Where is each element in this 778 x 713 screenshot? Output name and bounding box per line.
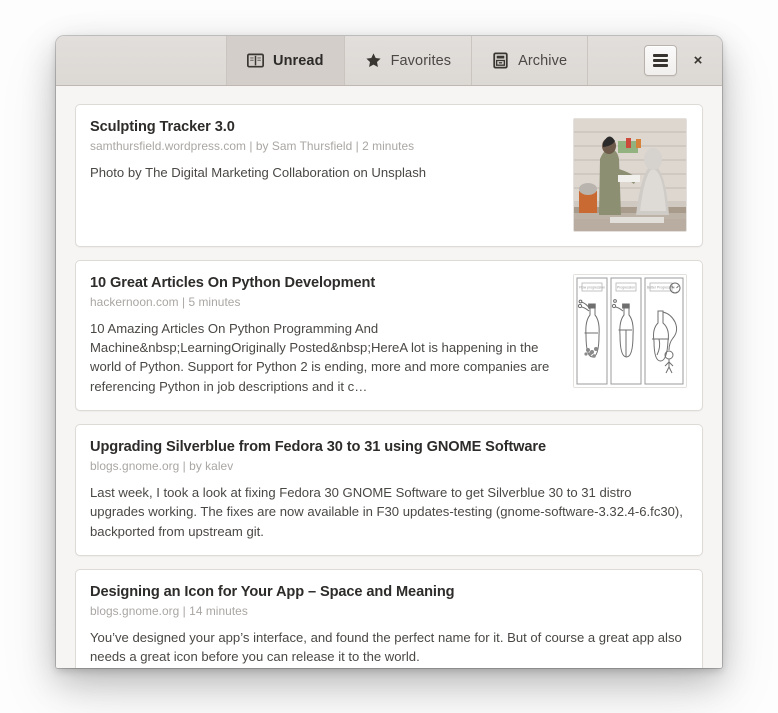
tab-archive-label: Archive bbox=[518, 52, 568, 69]
hamburger-menu-icon[interactable] bbox=[644, 45, 677, 76]
header-left-spacer bbox=[56, 36, 227, 85]
svg-text:Better Progression: Better Progression bbox=[647, 286, 675, 290]
tab-archive[interactable]: Archive bbox=[471, 36, 589, 85]
article-text: Sculpting Tracker 3.0 samthursfield.word… bbox=[90, 118, 557, 182]
list-item[interactable]: Designing an Icon for Your App – Space a… bbox=[75, 569, 703, 668]
list-item[interactable]: 10 Great Articles On Python Development … bbox=[75, 260, 703, 412]
star-icon bbox=[365, 52, 382, 69]
tab-favorites[interactable]: Favorites bbox=[343, 36, 473, 85]
header-bar: Unread Favorites Archive × bbox=[56, 36, 722, 86]
book-open-icon bbox=[247, 52, 264, 69]
article-summary: Last week, I took a look at fixing Fedor… bbox=[90, 484, 683, 539]
archive-box-icon bbox=[492, 52, 509, 69]
sculptor-photo-thumbnail bbox=[573, 118, 687, 232]
article-title: Upgrading Silverblue from Fedora 30 to 3… bbox=[90, 439, 547, 456]
tab-unread[interactable]: Unread bbox=[226, 36, 345, 85]
article-text: Designing an Icon for Your App – Space a… bbox=[90, 583, 687, 666]
article-summary: 10 Amazing Articles On Python Programmin… bbox=[90, 320, 550, 394]
article-meta: hackernoon.com | 5 minutes bbox=[90, 295, 241, 310]
article-title: Designing an Icon for Your App – Space a… bbox=[90, 584, 455, 601]
article-list[interactable]: Sculpting Tracker 3.0 samthursfield.word… bbox=[56, 86, 722, 668]
view-switcher-tabs: Unread Favorites Archive bbox=[226, 36, 589, 85]
article-text: 10 Great Articles On Python Development … bbox=[90, 274, 557, 396]
article-summary: You’ve designed your app’s interface, an… bbox=[90, 629, 682, 665]
svg-text:Progression: Progression bbox=[617, 286, 635, 290]
tab-unread-label: Unread bbox=[273, 52, 324, 69]
article-meta: blogs.gnome.org | by kalev bbox=[90, 459, 234, 474]
list-item[interactable]: Upgrading Silverblue from Fedora 30 to 3… bbox=[75, 424, 703, 557]
article-title: Sculpting Tracker 3.0 bbox=[90, 119, 235, 135]
article-meta: samthursfield.wordpress.com | by Sam Thu… bbox=[90, 139, 415, 154]
application-window: Unread Favorites Archive × Sculpting Tra… bbox=[56, 36, 722, 668]
list-item[interactable]: Sculpting Tracker 3.0 samthursfield.word… bbox=[75, 104, 703, 247]
tab-favorites-label: Favorites bbox=[390, 52, 452, 69]
article-title: 10 Great Articles On Python Development bbox=[90, 275, 376, 291]
hamburger-bars bbox=[653, 52, 668, 70]
article-summary: Photo by The Digital Marketing Collabora… bbox=[90, 164, 427, 180]
three-panel-bottle-diagram-thumbnail: Flow progression Progression Better Prog… bbox=[573, 274, 687, 388]
article-text: Upgrading Silverblue from Fedora 30 to 3… bbox=[90, 438, 687, 541]
desktop-background: Unread Favorites Archive × Sculpting Tra… bbox=[0, 0, 778, 713]
header-right-spacer bbox=[588, 36, 644, 85]
article-meta: blogs.gnome.org | 14 minutes bbox=[90, 604, 248, 619]
header-actions: × bbox=[644, 36, 722, 85]
close-icon[interactable]: × bbox=[687, 48, 709, 74]
svg-text:Flow progression: Flow progression bbox=[579, 286, 605, 290]
